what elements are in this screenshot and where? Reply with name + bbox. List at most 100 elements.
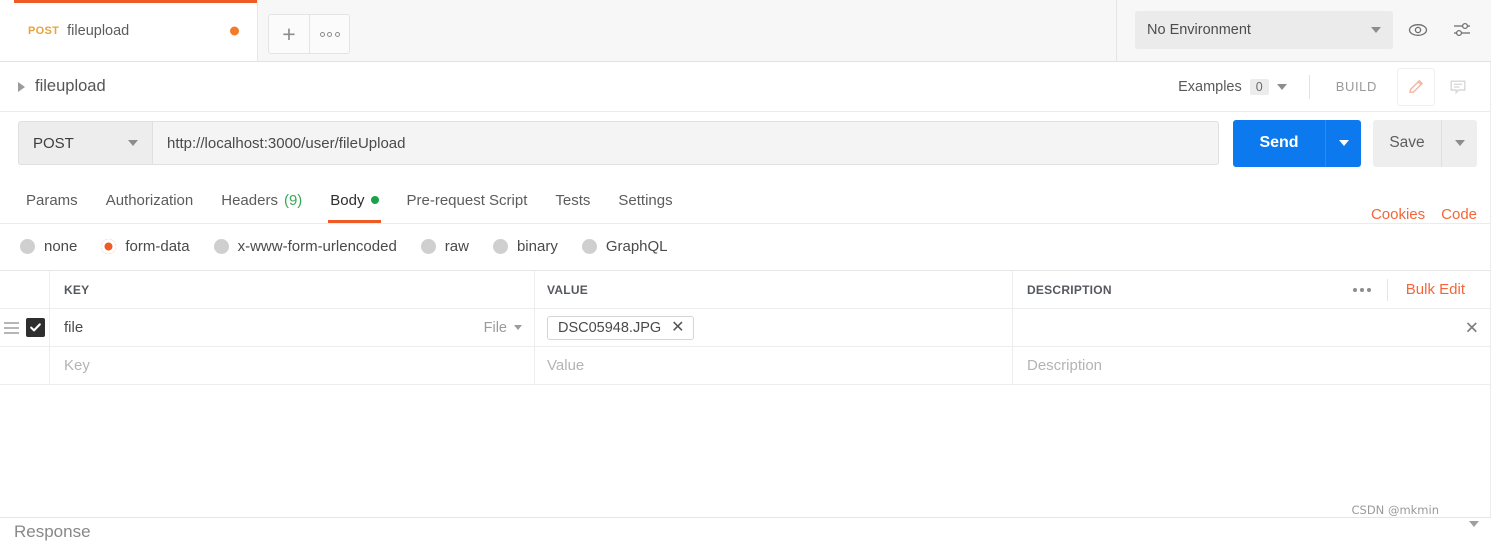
row-value-cell[interactable]: DSC05948.JPG ✕ [535, 309, 1013, 346]
radio-label: raw [444, 237, 469, 255]
comment-icon [1450, 80, 1466, 94]
tab-body[interactable]: Body [316, 177, 392, 223]
key-placeholder: Key [64, 357, 90, 374]
request-section-tabs: Params Authorization Headers (9) Body Pr… [0, 178, 1491, 224]
scroll-down-icon[interactable] [1469, 521, 1479, 527]
tab-bar-right-group: No Environment [1116, 0, 1491, 61]
row-key-cell[interactable]: file File [50, 309, 535, 346]
chevron-down-icon [1371, 27, 1381, 33]
send-options-button[interactable] [1325, 119, 1361, 167]
radio-label: none [44, 237, 78, 255]
row-description-cell[interactable] [1013, 309, 1491, 346]
chevron-down-icon [514, 325, 522, 330]
tab-title-label: fileupload [67, 22, 130, 39]
edit-request-button[interactable] [1397, 67, 1435, 106]
tab-tests[interactable]: Tests [541, 177, 604, 223]
tab-label: Body [330, 191, 365, 209]
three-circles-icon [319, 31, 340, 37]
table-empty-row: Key Value Description [0, 347, 1491, 385]
tab-strip: POST fileupload [0, 0, 258, 61]
code-link[interactable]: Code [1441, 206, 1477, 223]
body-mode-none[interactable]: none [20, 238, 77, 255]
radio-icon [420, 238, 436, 254]
chevron-down-icon [1454, 140, 1465, 146]
three-dots-icon[interactable] [1337, 287, 1387, 292]
body-present-dot-icon [370, 196, 379, 204]
row-grip-cell [0, 309, 50, 346]
tab-options-button[interactable] [309, 15, 349, 53]
cookies-link[interactable]: Cookies [1371, 206, 1425, 223]
column-header-description: DESCRIPTION [1027, 282, 1112, 297]
url-bar-row: POST http://localhost:3000/user/fileUplo… [0, 112, 1491, 174]
tab-label: Authorization [105, 191, 194, 209]
http-method-selector[interactable]: POST [18, 121, 152, 165]
empty-row-value-input[interactable]: Value [535, 347, 1013, 384]
environment-settings-button[interactable] [1443, 11, 1481, 49]
row-type-selector[interactable]: File [484, 320, 522, 336]
send-button[interactable]: Send [1233, 119, 1325, 167]
body-mode-x-www-form-urlencoded[interactable]: x-www-form-urlencoded [213, 237, 397, 255]
header-key-cell: KEY [50, 271, 535, 308]
comments-button[interactable] [1439, 68, 1477, 106]
body-mode-raw[interactable]: raw [420, 237, 469, 255]
radio-icon [581, 238, 597, 254]
header-value-cell: VALUE [535, 271, 1013, 308]
plus-icon: + [282, 20, 296, 47]
empty-row-description-input[interactable]: Description [1013, 347, 1491, 384]
radio-label: x-www-form-urlencoded [237, 237, 397, 255]
examples-label: Examples [1178, 78, 1242, 95]
table-header-actions: Bulk Edit [1337, 278, 1479, 301]
environment-quick-look-button[interactable] [1399, 11, 1437, 49]
remove-file-icon[interactable]: ✕ [671, 319, 684, 336]
body-mode-binary[interactable]: binary [492, 237, 558, 255]
check-icon [30, 323, 41, 332]
tab-headers[interactable]: Headers (9) [207, 177, 316, 223]
tab-label: Pre-request Script [406, 191, 528, 209]
save-button[interactable]: Save [1373, 119, 1441, 167]
row-enabled-checkbox[interactable] [26, 318, 45, 337]
tab-settings[interactable]: Settings [604, 177, 686, 223]
body-mode-form-data[interactable]: form-data [101, 238, 190, 255]
new-tab-button[interactable]: + [269, 15, 309, 53]
table-header-row: KEY VALUE DESCRIPTION Bulk Edit [0, 271, 1491, 309]
bulk-edit-button[interactable]: Bulk Edit [1388, 281, 1479, 298]
tab-params[interactable]: Params [18, 177, 92, 223]
empty-row-key-input[interactable]: Key [50, 347, 535, 384]
tab-label: Settings [618, 191, 673, 209]
value-placeholder: Value [547, 357, 585, 374]
selected-file-chip: DSC05948.JPG ✕ [547, 315, 694, 340]
row-type-label: File [483, 319, 507, 336]
tab-label: Headers [221, 191, 278, 209]
headers-count: (9) [283, 191, 303, 209]
tab-method-label: POST [28, 24, 60, 37]
breadcrumb-right-group: Examples 0 BUILD [1172, 67, 1477, 106]
tab-label: Tests [555, 191, 591, 209]
environment-selected-label: No Environment [1147, 22, 1251, 38]
tab-authorization[interactable]: Authorization [92, 177, 208, 223]
examples-dropdown[interactable]: Examples 0 [1172, 78, 1293, 95]
drag-handle-icon[interactable] [4, 321, 19, 334]
body-mode-radio-group: none form-data x-www-form-urlencoded raw… [0, 224, 1491, 268]
examples-count-badge: 0 [1249, 78, 1269, 95]
tab-actions-group: + [268, 14, 350, 54]
triangle-right-icon[interactable] [18, 81, 25, 92]
url-input[interactable]: http://localhost:3000/user/fileUpload [152, 121, 1219, 165]
radio-label: binary [516, 237, 558, 255]
environment-selector[interactable]: No Environment [1135, 11, 1393, 49]
save-options-button[interactable] [1441, 119, 1477, 167]
tab-label: Params [26, 191, 78, 209]
url-text: http://localhost:3000/user/fileUpload [167, 134, 406, 152]
row-key-value: file [64, 319, 84, 336]
sliders-icon [1454, 22, 1470, 37]
watermark-text: CSDN @mkmin [1351, 503, 1440, 517]
chevron-down-icon [1276, 83, 1287, 90]
radio-label: GraphQL [605, 237, 668, 255]
delete-row-icon[interactable]: ✕ [1465, 319, 1479, 336]
description-placeholder: Description [1027, 357, 1103, 374]
build-button[interactable]: BUILD [1326, 79, 1387, 94]
form-data-table: KEY VALUE DESCRIPTION Bulk Edit file Fil… [0, 270, 1491, 385]
request-tab-fileupload[interactable]: POST fileupload [0, 0, 258, 61]
body-mode-graphql[interactable]: GraphQL [581, 237, 668, 255]
tab-pre-request-script[interactable]: Pre-request Script [393, 177, 542, 223]
pencil-icon [1409, 79, 1424, 93]
